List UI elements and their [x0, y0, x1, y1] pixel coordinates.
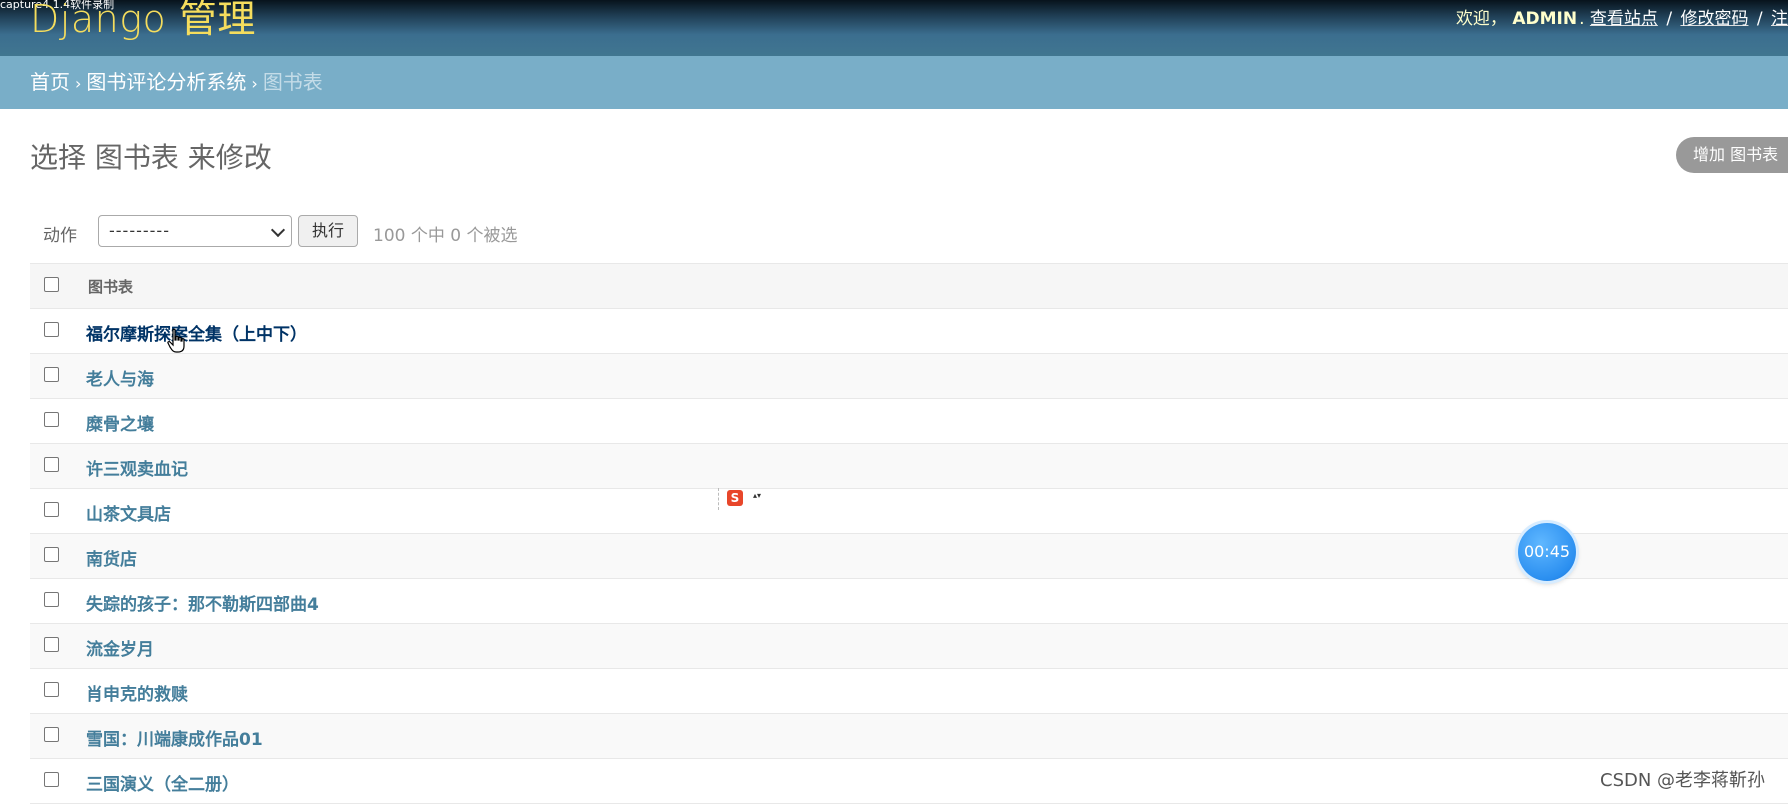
- actions-bar: 动作 --------- 执行 100 个中 0 个被选: [30, 213, 1788, 251]
- change-password-link[interactable]: 修改密码: [1680, 9, 1748, 29]
- action-select[interactable]: ---------: [98, 215, 292, 247]
- book-link[interactable]: 糜骨之壤: [86, 410, 154, 435]
- row-checkbox[interactable]: [44, 637, 59, 652]
- action-select-value: ---------: [109, 221, 170, 240]
- book-link[interactable]: 老人与海: [86, 365, 154, 390]
- breadcrumb-app[interactable]: 图书评论分析系统: [86, 70, 246, 94]
- site-branding[interactable]: Django 管理: [30, 0, 256, 43]
- table-row: 失踪的孩子：那不勒斯四部曲4: [30, 579, 1788, 624]
- table-row: 三国演义（全二册）: [30, 759, 1788, 804]
- separator: /: [1756, 9, 1763, 29]
- book-link[interactable]: 雪国：川端康成作品01: [86, 725, 263, 750]
- go-button[interactable]: 执行: [298, 215, 358, 247]
- row-checkbox[interactable]: [44, 412, 59, 427]
- username: ADMIN: [1512, 9, 1578, 29]
- book-link[interactable]: 肖申克的救赎: [86, 680, 188, 705]
- logout-link[interactable]: 注: [1771, 9, 1788, 29]
- sogou-ime-icon[interactable]: S: [727, 490, 743, 506]
- view-site-link[interactable]: 查看站点: [1590, 9, 1658, 29]
- row-checkbox[interactable]: [44, 457, 59, 472]
- chevron-down-icon: [270, 222, 286, 238]
- book-link[interactable]: 山茶文具店: [86, 500, 171, 525]
- add-book-button[interactable]: 增加 图书表: [1676, 137, 1788, 173]
- ime-toolbar[interactable]: S ▴▾: [718, 488, 766, 510]
- table-header-row: 图书表: [30, 264, 1788, 309]
- breadcrumb-home[interactable]: 首页: [30, 70, 70, 94]
- page-title: 选择 图书表 来修改: [30, 141, 272, 174]
- table-row: 雪国：川端康成作品01: [30, 714, 1788, 759]
- row-checkbox[interactable]: [44, 727, 59, 742]
- row-checkbox[interactable]: [44, 502, 59, 517]
- welcome-text: 欢迎，: [1455, 9, 1507, 29]
- breadcrumb: 首页 › 图书评论分析系统 › 图书表: [0, 56, 1788, 109]
- row-checkbox[interactable]: [44, 367, 59, 382]
- breadcrumb-separator: ›: [251, 74, 258, 93]
- csdn-watermark: CSDN @老李蒋靳孙: [1600, 770, 1766, 791]
- action-label: 动作: [43, 226, 77, 246]
- select-all-checkbox[interactable]: [44, 277, 59, 292]
- recording-timer[interactable]: 00:45: [1518, 523, 1576, 581]
- user-tools: 欢迎， ADMIN. 查看站点 / 修改密码 / 注: [1456, 4, 1788, 29]
- row-checkbox[interactable]: [44, 547, 59, 562]
- book-link[interactable]: 失踪的孩子：那不勒斯四部曲4: [86, 590, 319, 615]
- breadcrumb-separator: ›: [75, 74, 82, 93]
- table-row: 福尔摩斯探案全集（上中下）: [30, 309, 1788, 354]
- column-header-book[interactable]: 图书表: [88, 276, 133, 297]
- book-link[interactable]: 三国演义（全二册）: [86, 770, 239, 795]
- table-row: 老人与海: [30, 354, 1788, 399]
- table-row: 流金岁月: [30, 624, 1788, 669]
- hand-cursor-icon: [167, 328, 185, 353]
- selection-counter: 100 个中 0 个被选: [373, 226, 518, 246]
- ime-menu-icon[interactable]: ▴▾: [753, 492, 761, 500]
- separator: /: [1666, 9, 1673, 29]
- book-link[interactable]: 福尔摩斯探案全集（上中下）: [86, 320, 307, 345]
- table-row: 许三观卖血记: [30, 444, 1788, 489]
- breadcrumb-current: 图书表: [262, 70, 323, 94]
- book-link[interactable]: 流金岁月: [86, 635, 154, 660]
- book-link[interactable]: 南货店: [86, 545, 137, 570]
- row-checkbox[interactable]: [44, 682, 59, 697]
- row-checkbox[interactable]: [44, 592, 59, 607]
- header: capture4.1.4软件录制 Django 管理 欢迎， ADMIN. 查看…: [0, 0, 1788, 56]
- table-row: 糜骨之壤: [30, 399, 1788, 444]
- book-link[interactable]: 许三观卖血记: [86, 455, 188, 480]
- row-checkbox[interactable]: [44, 322, 59, 337]
- table-row: 肖申克的救赎: [30, 669, 1788, 714]
- row-checkbox[interactable]: [44, 772, 59, 787]
- table-row: 山茶文具店: [30, 489, 1788, 534]
- dot: .: [1579, 9, 1585, 29]
